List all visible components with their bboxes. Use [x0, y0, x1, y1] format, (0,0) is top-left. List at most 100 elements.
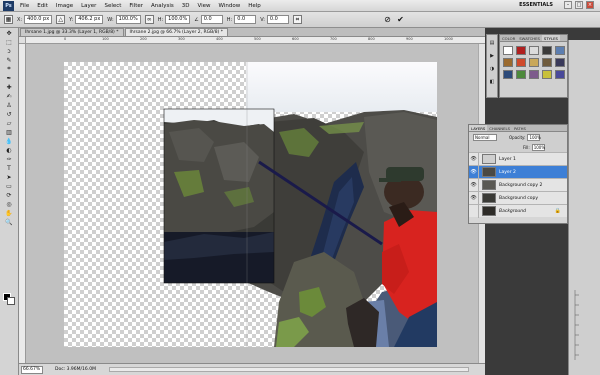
layer-row-background-copy-2[interactable]: 👁 Background copy 2	[469, 178, 567, 192]
zoom-tool-icon[interactable]: 🔍	[2, 218, 16, 226]
layer-name[interactable]: Background copy	[499, 196, 538, 201]
cancel-transform-icon[interactable]: ⊘	[383, 15, 392, 24]
layer-row-background[interactable]: Background 🔒	[469, 204, 567, 218]
x-field[interactable]: 400.0 px	[24, 15, 53, 24]
layer-row-layer-2[interactable]: 👁 Layer 2	[469, 165, 567, 179]
style-swatch[interactable]	[542, 46, 552, 55]
path-select-tool-icon[interactable]: ➤	[2, 173, 16, 181]
height-field[interactable]: 100.0%	[165, 15, 191, 24]
hand-tool-icon[interactable]: ✋	[2, 209, 16, 217]
crop-tool-icon[interactable]: ⌗	[2, 65, 16, 73]
relative-position-icon[interactable]: △	[56, 15, 66, 24]
move-tool-icon[interactable]: ✥	[2, 29, 16, 37]
tab-styles[interactable]: STYLES	[541, 35, 560, 41]
document-canvas[interactable]	[64, 62, 437, 347]
zoom-level-field[interactable]: 66.67%	[21, 365, 43, 374]
marquee-tool-icon[interactable]: ⬚	[2, 38, 16, 46]
eyedropper-tool-icon[interactable]: ✒	[2, 74, 16, 82]
masks-panel-icon[interactable]: ◧	[487, 77, 497, 87]
quick-select-tool-icon[interactable]: ✎	[2, 56, 16, 64]
healing-brush-tool-icon[interactable]: ✚	[2, 83, 16, 91]
style-swatch[interactable]	[516, 58, 526, 67]
pen-tool-icon[interactable]: ✑	[2, 155, 16, 163]
blend-mode-select[interactable]: Normal	[473, 133, 497, 141]
adjustments-panel-icon[interactable]: ◑	[487, 64, 497, 74]
layer-name[interactable]: Background copy 2	[499, 183, 542, 188]
visibility-eye-icon[interactable]: 👁	[469, 178, 479, 192]
history-brush-tool-icon[interactable]: ↺	[2, 110, 16, 118]
canvas-workspace[interactable]	[26, 44, 485, 363]
actions-panel-icon[interactable]: ▶	[487, 51, 497, 61]
style-swatch[interactable]	[529, 70, 539, 79]
menu-window[interactable]: Window	[219, 3, 241, 9]
style-swatch[interactable]	[529, 46, 539, 55]
menu-edit[interactable]: Edit	[37, 3, 48, 9]
menu-analysis[interactable]: Analysis	[151, 3, 174, 9]
link-icon[interactable]: ∞	[144, 15, 154, 24]
maximize-button[interactable]: □	[575, 1, 583, 9]
menu-3d[interactable]: 3D	[182, 3, 190, 9]
style-swatch[interactable]	[555, 46, 565, 55]
tab-layers[interactable]: LAYERS	[469, 125, 488, 131]
3d-orbit-tool-icon[interactable]: ◎	[2, 200, 16, 208]
visibility-eye-icon[interactable]: 👁	[469, 165, 479, 179]
width-field[interactable]: 100.0%	[115, 15, 141, 24]
minimize-button[interactable]: –	[564, 1, 572, 9]
menu-select[interactable]: Select	[104, 3, 121, 9]
tab-swatches[interactable]: SWATCHES	[517, 35, 542, 41]
layer-name[interactable]: Layer 2	[499, 170, 516, 175]
style-swatch[interactable]	[529, 58, 539, 67]
style-swatch[interactable]	[516, 46, 526, 55]
type-tool-icon[interactable]: T	[2, 164, 16, 172]
style-swatch[interactable]	[503, 70, 513, 79]
layer-name[interactable]: Layer 1	[499, 157, 516, 162]
document-size-info[interactable]: Doc: 3.96M/16.0M	[55, 367, 96, 372]
history-panel-icon[interactable]: ▤	[487, 38, 497, 48]
tab-paths[interactable]: PATHS	[512, 125, 528, 131]
menu-image[interactable]: Image	[56, 3, 73, 9]
style-swatch[interactable]	[542, 70, 552, 79]
style-swatch[interactable]	[503, 46, 513, 55]
menu-filter[interactable]: Filter	[129, 3, 143, 9]
layer-row-layer-1[interactable]: 👁 Layer 1	[469, 152, 567, 166]
tab-document-1[interactable]: Ihrsane 1.jpg @ 33.3% (Layer 1, RGB/8) *	[20, 28, 124, 36]
menu-view[interactable]: View	[197, 3, 210, 9]
visibility-eye-icon[interactable]: 👁	[469, 152, 479, 166]
lasso-tool-icon[interactable]: ↄ	[2, 47, 16, 55]
h-skew-field[interactable]: 0.0	[234, 15, 257, 24]
layer-row-background-copy[interactable]: 👁 Background copy	[469, 191, 567, 205]
style-swatch[interactable]	[503, 58, 513, 67]
menu-file[interactable]: File	[20, 3, 29, 9]
style-swatch[interactable]	[555, 58, 565, 67]
warp-mode-icon[interactable]: ⌗	[292, 15, 302, 24]
layer-name[interactable]: Background	[499, 209, 526, 214]
3d-rotate-tool-icon[interactable]: ⟳	[2, 191, 16, 199]
tab-color[interactable]: COLOR	[500, 35, 517, 41]
background-color-swatch[interactable]	[7, 297, 15, 305]
workspace-switcher[interactable]: ESSENTIALS	[519, 2, 553, 8]
visibility-eye-icon[interactable]: 👁	[469, 191, 479, 205]
eraser-tool-icon[interactable]: ▱	[2, 119, 16, 127]
gradient-tool-icon[interactable]: ▥	[2, 128, 16, 136]
commit-transform-icon[interactable]: ✔	[396, 15, 405, 24]
tab-document-2[interactable]: Ihrsane 2.jpg @ 66.7% (Layer 2, RGB/8) *	[124, 28, 228, 36]
menu-layer[interactable]: Layer	[81, 3, 96, 9]
clone-stamp-tool-icon[interactable]: ♙	[2, 101, 16, 109]
reference-point-icon[interactable]: ▦	[4, 15, 13, 24]
blur-tool-icon[interactable]: 💧	[2, 137, 16, 145]
horizontal-scrollbar[interactable]	[109, 367, 469, 372]
opacity-field[interactable]: 100%	[527, 133, 541, 141]
close-button[interactable]: ×	[586, 1, 594, 9]
fill-field[interactable]: 100%	[531, 143, 545, 151]
style-swatch[interactable]	[555, 70, 565, 79]
dodge-tool-icon[interactable]: ◐	[2, 146, 16, 154]
style-swatch[interactable]	[542, 58, 552, 67]
v-skew-field[interactable]: 0.0	[266, 15, 289, 24]
menu-help[interactable]: Help	[248, 3, 261, 9]
shape-tool-icon[interactable]: ▭	[2, 182, 16, 190]
angle-field[interactable]: 0.0	[200, 15, 223, 24]
brush-tool-icon[interactable]: ✍	[2, 92, 16, 100]
style-swatch[interactable]	[516, 70, 526, 79]
tab-channels[interactable]: CHANNELS	[487, 125, 512, 131]
y-field[interactable]: 406.2 px	[75, 15, 104, 24]
